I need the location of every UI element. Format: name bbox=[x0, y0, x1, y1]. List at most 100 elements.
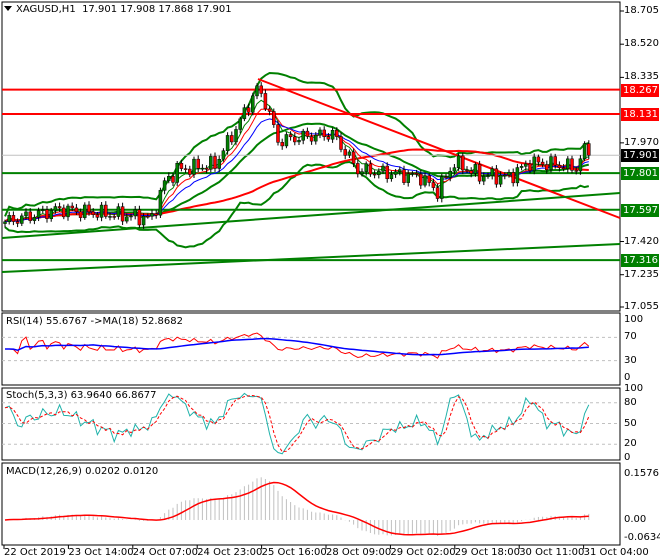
panel-frame bbox=[1, 1, 621, 312]
time-axis-label: 31 Oct 04:00 bbox=[583, 547, 649, 558]
price-axis-label: 17.235 bbox=[624, 268, 659, 280]
support-trendline bbox=[1, 243, 621, 273]
time-axis-label: 29 Oct 18:00 bbox=[454, 547, 520, 558]
candle-bearish bbox=[402, 169, 406, 183]
price-axis-label: 18.520 bbox=[624, 38, 659, 50]
candle-bearish bbox=[154, 213, 158, 216]
price-tag: 18.267 bbox=[621, 83, 659, 97]
candle-bearish bbox=[427, 175, 431, 183]
candle-bullish bbox=[20, 215, 24, 224]
candle-bullish bbox=[381, 165, 385, 172]
time-axis-label: 22 Oct 2019 bbox=[4, 547, 66, 558]
candle-bearish bbox=[179, 162, 184, 169]
candle-bearish bbox=[87, 204, 91, 213]
candle-bearish bbox=[230, 135, 234, 143]
dropdown-triangle-icon[interactable] bbox=[4, 6, 12, 11]
candle-bullish bbox=[32, 217, 37, 221]
candle-bullish bbox=[389, 174, 394, 180]
candle-bearish bbox=[263, 93, 268, 110]
candle-bearish bbox=[28, 211, 32, 221]
macd-signal-line bbox=[4, 481, 589, 536]
price-axis-label: 18.705 bbox=[624, 5, 659, 16]
time-axis-label: 29 Oct 02:00 bbox=[390, 547, 456, 558]
time-axis-label: 30 Oct 11:00 bbox=[519, 547, 585, 558]
time-axis-label: 24 Oct 23:00 bbox=[197, 547, 263, 558]
indicator-axis-label: 0 bbox=[624, 372, 631, 383]
candle-bullish bbox=[507, 172, 511, 176]
moving-average-fast bbox=[4, 99, 589, 223]
candle-bearish bbox=[343, 149, 347, 156]
indicator-axis-label: 20 bbox=[624, 438, 637, 450]
candle-bullish bbox=[3, 221, 7, 224]
candle-bullish bbox=[423, 175, 427, 186]
candle-bearish bbox=[574, 170, 578, 172]
candle-bearish bbox=[561, 167, 566, 170]
candle-bearish bbox=[444, 176, 448, 178]
time-axis-label: 24 Oct 07:00 bbox=[132, 547, 198, 558]
candle-bullish bbox=[524, 163, 528, 167]
candle-bullish bbox=[255, 85, 259, 97]
rsi-label: RSI(14) 55.6767 ->MA(18) 52.8682 bbox=[6, 316, 183, 327]
price-tag: 17.801 bbox=[621, 167, 659, 181]
candle-bearish bbox=[511, 172, 515, 184]
candle-bearish bbox=[95, 214, 100, 218]
candle-bullish bbox=[53, 206, 58, 211]
candle-bearish bbox=[246, 107, 251, 113]
candle-bearish bbox=[272, 111, 276, 125]
candle-bullish bbox=[133, 209, 137, 217]
candle-bearish bbox=[70, 205, 74, 209]
candle-bullish bbox=[129, 215, 133, 218]
candle-bearish bbox=[259, 85, 263, 94]
candle-bearish bbox=[351, 151, 356, 164]
candle-bearish bbox=[545, 164, 549, 170]
candle-bearish bbox=[104, 204, 108, 217]
candle-bearish bbox=[146, 215, 150, 218]
rsi-ma-line bbox=[5, 337, 589, 356]
candle-bullish bbox=[360, 171, 364, 175]
candle-bullish bbox=[225, 135, 230, 151]
moving-average-slow bbox=[4, 148, 589, 223]
indicator-axis-label: 0 bbox=[624, 452, 631, 463]
candle-bullish bbox=[175, 162, 179, 183]
candle-bullish bbox=[318, 129, 322, 136]
candle-bullish bbox=[398, 169, 402, 172]
candle-bullish bbox=[440, 176, 444, 199]
candle-bullish bbox=[498, 175, 503, 185]
candle-bearish bbox=[372, 173, 377, 176]
candle-bullish bbox=[108, 216, 112, 218]
candle-bullish bbox=[532, 156, 536, 171]
candle-bearish bbox=[461, 155, 465, 171]
candle-bullish bbox=[238, 118, 242, 130]
candle-bearish bbox=[536, 156, 541, 163]
candle-bullish bbox=[162, 180, 167, 191]
candle-bearish bbox=[78, 211, 83, 218]
candle-bearish bbox=[553, 156, 557, 166]
time-axis-label: 28 Oct 09:00 bbox=[326, 547, 392, 558]
candle-bearish bbox=[356, 163, 360, 175]
candle-bullish bbox=[99, 204, 104, 218]
candle-bullish bbox=[482, 176, 486, 182]
candle-bearish bbox=[339, 136, 343, 150]
candle-bearish bbox=[570, 158, 574, 171]
candle-bearish bbox=[368, 163, 373, 175]
candle-bearish bbox=[74, 207, 79, 212]
candle-bullish bbox=[36, 210, 41, 218]
indicator-axis-label: 80 bbox=[624, 396, 637, 408]
candle-bullish bbox=[301, 130, 305, 141]
indicator-axis-label: 50 bbox=[624, 417, 637, 429]
candle-bullish bbox=[7, 215, 11, 223]
candle-bullish bbox=[377, 171, 381, 176]
stoch-label: Stoch(5,3,3) 63.9640 66.8677 bbox=[6, 390, 157, 401]
candle-bearish bbox=[309, 136, 314, 142]
macd-label: MACD(12,26,9) 0.0202 0.0120 bbox=[6, 466, 159, 477]
candle-bullish bbox=[393, 171, 398, 175]
candle-bullish bbox=[24, 211, 28, 217]
candle-bearish bbox=[335, 129, 339, 137]
candle-bearish bbox=[267, 108, 272, 112]
candle-bullish bbox=[284, 134, 289, 147]
candle-bearish bbox=[385, 165, 389, 180]
candle-bullish bbox=[141, 215, 146, 226]
candle-bearish bbox=[305, 130, 310, 137]
candle-bearish bbox=[183, 168, 188, 170]
candle-bearish bbox=[540, 161, 545, 165]
